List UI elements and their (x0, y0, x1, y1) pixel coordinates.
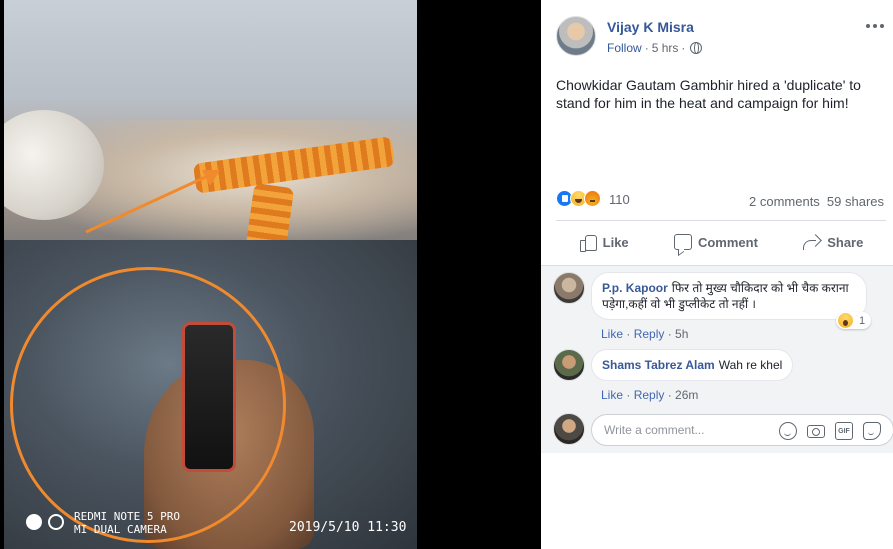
share-button[interactable]: Share (803, 234, 863, 250)
post-header: Vijay K Misra Follow · 5 hrs · (556, 16, 886, 56)
like-label: Like (602, 234, 629, 250)
annotation-circle (10, 267, 286, 543)
comment-time[interactable]: 5h (675, 327, 688, 341)
annotation-arrow (85, 170, 220, 234)
reactions-bar: 110 2 comments 59 shares (556, 190, 886, 212)
comment-like-link[interactable]: Like (601, 388, 623, 402)
comment-meta: Like · Reply · 26m (601, 388, 699, 402)
commenter-name[interactable]: P.p. Kapoor (602, 281, 668, 295)
meta-separator-2: · (681, 41, 686, 55)
comment-reaction-count: 1 (859, 314, 866, 327)
camera-watermark: REDMI NOTE 5 PRO MI DUAL CAMERA (74, 510, 180, 536)
comment-reply-link[interactable]: Reply (634, 388, 665, 402)
post-meta: Follow · 5 hrs · (607, 41, 703, 55)
camera-mode-ring (48, 514, 64, 530)
divider-top (556, 220, 886, 221)
comment-meta: Like · Reply · 5h (601, 327, 689, 341)
comment-composer[interactable]: GIF (591, 414, 893, 446)
camera-stamp-line1: REDMI NOTE 5 PRO (74, 510, 180, 523)
reaction-icons[interactable] (556, 190, 601, 207)
thumbs-up-icon (579, 233, 597, 252)
camera-icon[interactable] (807, 425, 825, 438)
photo-viewer: REDMI NOTE 5 PRO MI DUAL CAMERA 2019/5/1… (0, 0, 541, 549)
comment-time[interactable]: 26m (675, 388, 698, 402)
comment-count[interactable]: 2 comments (749, 194, 820, 209)
comment-button[interactable]: Comment (673, 234, 758, 250)
comment-bubble: P.p. Kapoor फिर तो मुख्य चौकिदार को भी चै… (591, 272, 867, 320)
meta-separator: · (644, 41, 649, 55)
reaction-count[interactable]: 110 (609, 192, 630, 207)
datetime-stamp: 2019/5/10 11:30 (289, 520, 407, 535)
gif-icon[interactable]: GIF (835, 422, 853, 440)
commenter-name[interactable]: Shams Tabrez Alam (602, 358, 715, 372)
post-text: Chowkidar Gautam Gambhir hired a 'duplic… (556, 77, 861, 111)
post-time[interactable]: 5 hrs (652, 41, 679, 55)
like-button[interactable]: Like (579, 233, 629, 252)
comment-bubble: Shams Tabrez Alam Wah re khel (591, 349, 794, 381)
follow-link[interactable]: Follow (607, 41, 642, 55)
comment-reply-link[interactable]: Reply (634, 327, 665, 341)
comment-reaction-badge[interactable]: 1 (836, 312, 872, 329)
camera-mode-dot (26, 514, 42, 530)
share-icon (803, 234, 821, 250)
comment-item: P.p. Kapoor फिर तो मुख्य चौकिदार को भी चै… (553, 272, 883, 341)
more-options-icon[interactable] (866, 20, 886, 32)
comment-like-link[interactable]: Like (601, 327, 623, 341)
commenter-avatar[interactable] (553, 272, 585, 304)
comment-item: Shams Tabrez Alam Wah re khel Like · Repl… (553, 349, 883, 402)
author-name[interactable]: Vijay K Misra (607, 19, 694, 35)
angry-reaction-icon (584, 190, 601, 207)
globe-icon[interactable] (690, 42, 703, 54)
comment-text: Wah re khel (718, 358, 783, 372)
sticker-icon[interactable] (863, 422, 881, 440)
commenter-avatar[interactable] (553, 349, 585, 381)
post-panel: Vijay K Misra Follow · 5 hrs · Chowkidar… (541, 0, 893, 549)
write-comment-row: GIF (553, 410, 893, 446)
share-count[interactable]: 59 shares (827, 194, 884, 209)
emoji-icon[interactable] (779, 422, 797, 440)
comment-input[interactable] (604, 415, 764, 445)
post-photo[interactable]: REDMI NOTE 5 PRO MI DUAL CAMERA 2019/5/1… (4, 0, 417, 549)
comment-icon (673, 234, 692, 250)
wow-reaction-icon (838, 313, 853, 328)
comment-label: Comment (697, 234, 758, 250)
post-actions: Like Comment Share (556, 226, 886, 258)
share-label: Share (827, 234, 864, 250)
camera-stamp-line2: MI DUAL CAMERA (74, 523, 167, 536)
current-user-avatar (553, 413, 585, 445)
author-avatar[interactable] (556, 16, 596, 56)
